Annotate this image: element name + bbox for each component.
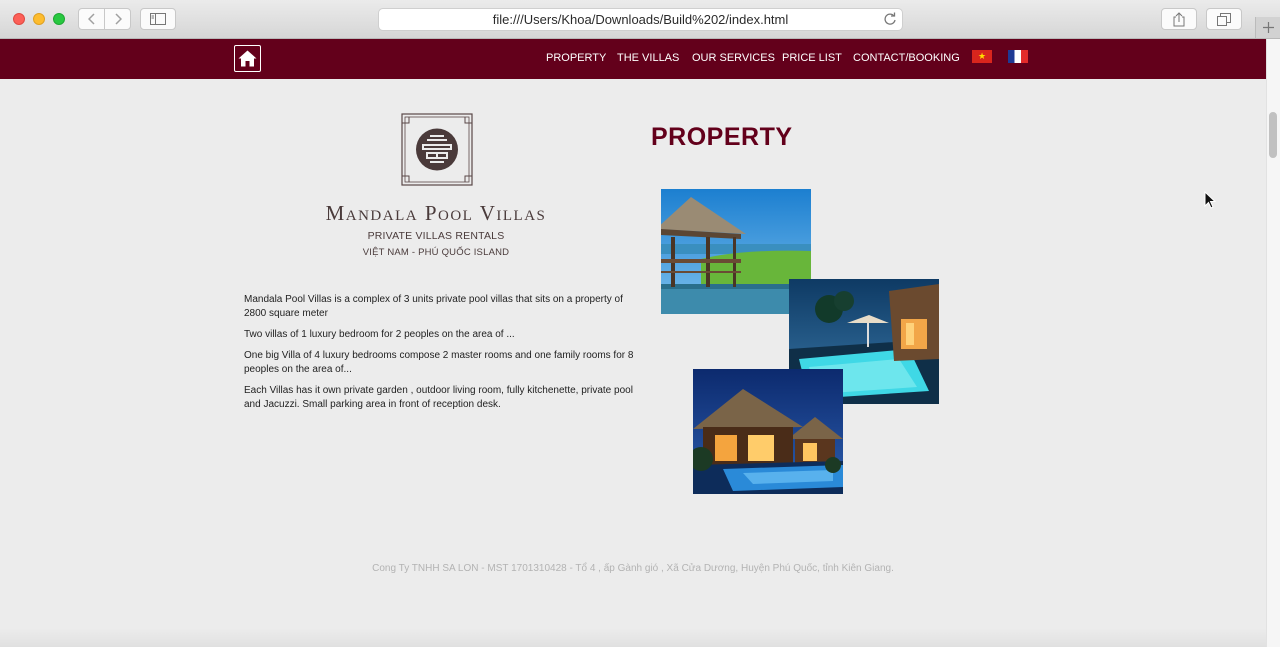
villa-photo-thatched-night <box>693 369 843 494</box>
nav-item-the-villas[interactable]: THE VILLAS <box>617 39 679 79</box>
window-minimize-button[interactable] <box>33 13 45 25</box>
description-paragraph: Each Villas has it own private garden , … <box>244 385 633 410</box>
bottom-shadow <box>0 628 1266 647</box>
nav-item-our-services[interactable]: OUR SERVICES <box>692 39 775 79</box>
forward-button[interactable] <box>104 8 131 30</box>
mandala-logo <box>401 113 473 186</box>
sidebar-toggle-button[interactable] <box>140 8 176 30</box>
nav-item-price-list[interactable]: PRICE LIST <box>782 39 842 79</box>
share-button[interactable] <box>1161 8 1197 30</box>
back-button[interactable] <box>78 8 105 30</box>
browser-toolbar: file:///Users/Khoa/Downloads/Build%202/i… <box>0 0 1280 39</box>
page-title: PROPERTY <box>651 123 793 151</box>
nav-item-property[interactable]: PROPERTY <box>546 39 606 79</box>
window-zoom-button[interactable] <box>53 13 65 25</box>
tabs-icon <box>1217 12 1231 26</box>
brand-location: VIỆT NAM - PHÚ QUỐC ISLAND <box>362 247 510 258</box>
flag-vietnam-icon[interactable]: ★ <box>972 50 992 63</box>
nav-item-contact-booking[interactable]: CONTACT/BOOKING <box>853 39 960 79</box>
chevron-left-icon <box>87 13 95 25</box>
sidebar-icon <box>150 13 166 25</box>
description-paragraph: Mandala Pool Villas is a complex of 3 un… <box>244 294 623 319</box>
footer-company-info: Cong Ty TNHH SA LON - MST 1701310428 - T… <box>372 563 894 574</box>
new-tab-button[interactable] <box>1255 17 1280 38</box>
show-tabs-button[interactable] <box>1206 8 1242 30</box>
chevron-right-icon <box>114 13 122 25</box>
mouse-cursor-icon <box>1204 191 1216 209</box>
address-bar[interactable]: file:///Users/Khoa/Downloads/Build%202/i… <box>378 8 903 31</box>
home-button[interactable] <box>234 45 261 72</box>
scrollbar-thumb[interactable] <box>1269 112 1277 158</box>
flag-france-icon[interactable] <box>1008 50 1028 63</box>
home-icon <box>238 50 257 67</box>
share-icon <box>1173 11 1185 26</box>
window-close-button[interactable] <box>13 13 25 25</box>
brand-subtitle: PRIVATE VILLAS RENTALS <box>367 230 505 242</box>
description-paragraph: One big Villa of 4 luxury bedrooms compo… <box>244 350 634 375</box>
brand-block: Mandala Pool Villas PRIVATE VILLAS RENTA… <box>250 201 622 258</box>
url-text: file:///Users/Khoa/Downloads/Build%202/i… <box>492 12 789 27</box>
plus-icon <box>1263 22 1274 33</box>
site-navigation: PROPERTY THE VILLAS OUR SERVICES PRICE L… <box>0 39 1266 79</box>
property-description: Mandala Pool Villas is a complex of 3 un… <box>244 293 634 419</box>
brand-name: Mandala Pool Villas <box>325 201 547 225</box>
reload-icon[interactable] <box>883 12 897 26</box>
description-paragraph: Two villas of 1 luxury bedroom for 2 peo… <box>244 329 515 340</box>
